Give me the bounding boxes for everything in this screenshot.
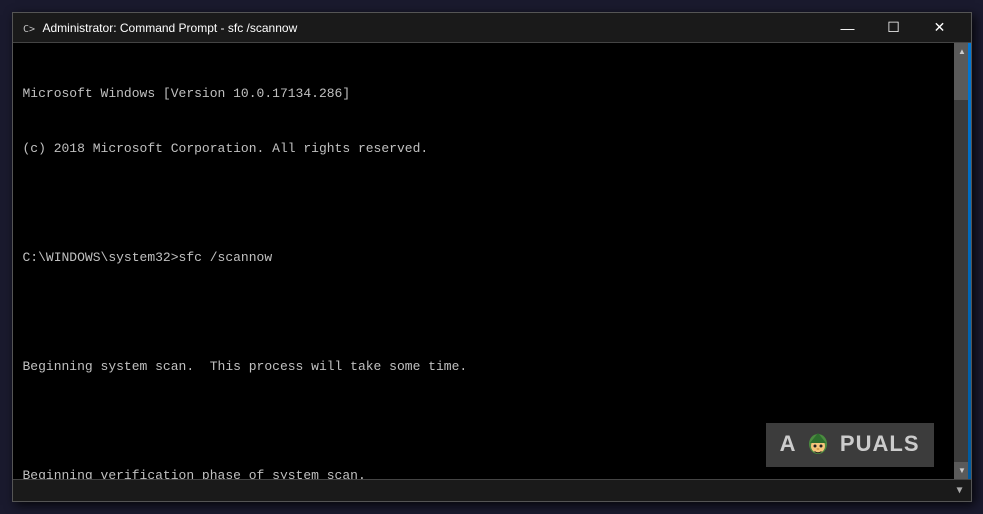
console-line-6: Beginning system scan. This process will… — [23, 358, 944, 376]
console-line-2: (c) 2018 Microsoft Corporation. All righ… — [23, 140, 944, 158]
console-line-1: Microsoft Windows [Version 10.0.17134.28… — [23, 85, 944, 103]
watermark-text: A PUALS — [780, 431, 920, 459]
window-title: Administrator: Command Prompt - sfc /sca… — [43, 21, 825, 35]
cmd-icon: C> — [21, 20, 37, 36]
minimize-button[interactable]: — — [825, 13, 871, 43]
console-line-8: Beginning verification phase of system s… — [23, 467, 944, 479]
bottom-bar: ▼ — [13, 479, 971, 501]
console-line-5 — [23, 304, 944, 322]
console-line-3 — [23, 195, 944, 213]
maximize-button[interactable]: ☐ — [871, 13, 917, 43]
console-area[interactable]: Microsoft Windows [Version 10.0.17134.28… — [13, 43, 954, 479]
title-bar: C> Administrator: Command Prompt - sfc /… — [13, 13, 971, 43]
right-accent-stripe — [968, 43, 971, 479]
console-output: Microsoft Windows [Version 10.0.17134.28… — [23, 49, 944, 479]
appuals-logo-icon — [804, 431, 832, 459]
window-body: Microsoft Windows [Version 10.0.17134.28… — [13, 43, 971, 479]
command-prompt-window: C> Administrator: Command Prompt - sfc /… — [12, 12, 972, 502]
close-button[interactable]: ✕ — [917, 13, 963, 43]
bottom-indicator: ▼ — [956, 485, 962, 496]
svg-text:C>: C> — [23, 24, 35, 35]
watermark: A PUALS — [766, 423, 934, 467]
window-controls: — ☐ ✕ — [825, 13, 963, 43]
console-line-4: C:\WINDOWS\system32>sfc /scannow — [23, 249, 944, 267]
